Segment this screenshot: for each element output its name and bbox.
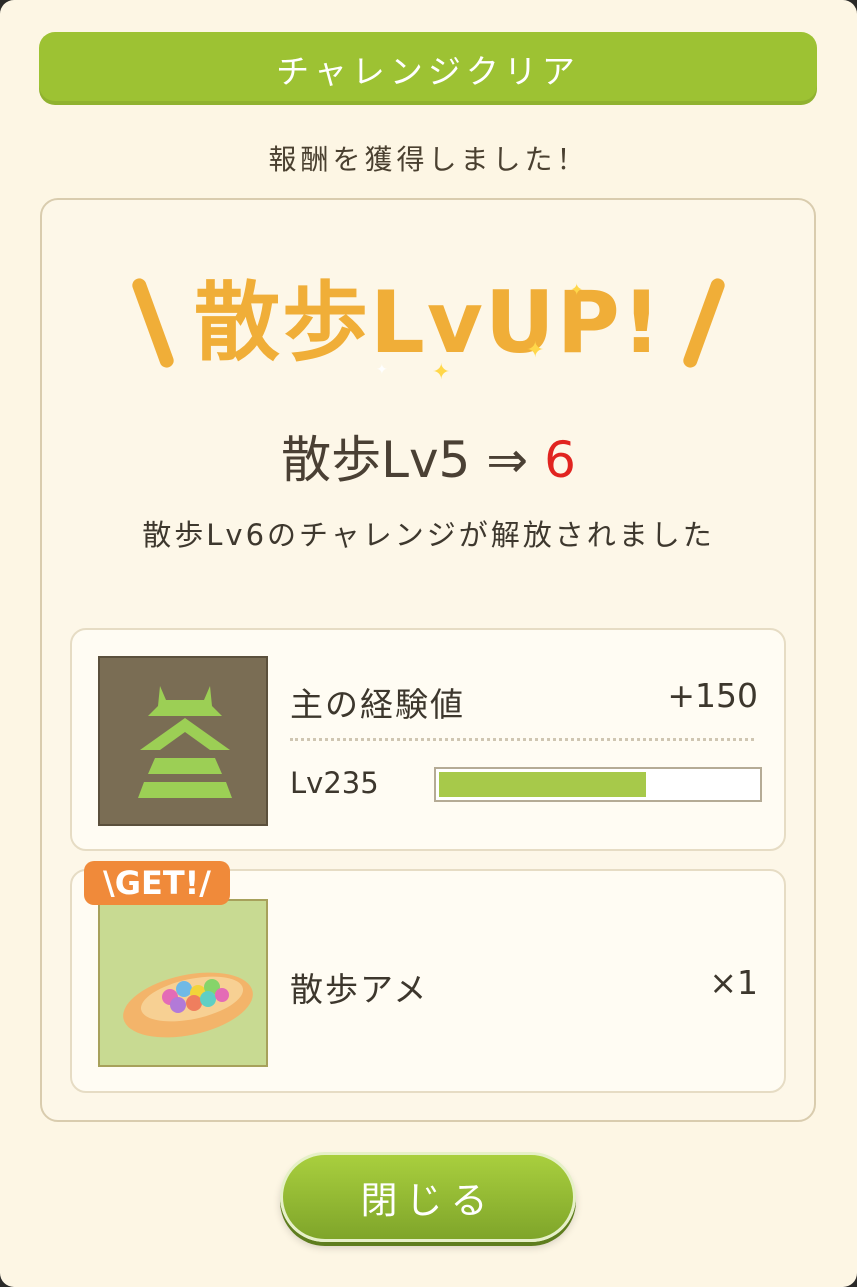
new-level-number: 6 — [544, 431, 576, 489]
item-quantity: ×1 — [709, 963, 758, 1002]
exp-progress-bar — [434, 767, 762, 802]
level-change: 散歩Lv5 ⇒ 6 — [0, 420, 857, 500]
sparkle-icon: ✦ — [570, 280, 584, 299]
exp-reward-card: 主の経験値 +150 Lv235 — [70, 628, 786, 851]
level-from-text: 散歩Lv5 ⇒ — [281, 431, 545, 489]
close-button[interactable]: 閉じる — [280, 1152, 576, 1242]
sparkle-icon: ✦ — [432, 360, 451, 385]
unlock-message: 散歩Lv6のチャレンジが解放されました — [142, 518, 715, 552]
helmet-icon — [98, 656, 268, 826]
divider — [290, 738, 754, 741]
right-slash-decoration — [681, 276, 727, 370]
header-title: チャレンジクリア — [39, 32, 817, 105]
sparkle-icon: ✦ — [526, 338, 545, 363]
sparkle-icon: ✦ — [376, 362, 388, 378]
reward-subtitle: 報酬を獲得しました！ — [268, 143, 589, 176]
item-reward-card: \GET!/ 散歩アメ ×1 — [70, 861, 786, 1093]
exp-amount: +150 — [667, 676, 758, 715]
lvup-banner-text: 散歩LvUP! — [194, 273, 663, 373]
item-label: 散歩アメ — [290, 970, 429, 1009]
get-badge: \GET!/ — [84, 861, 230, 905]
left-slash-decoration — [130, 276, 176, 370]
candy-icon — [98, 899, 268, 1067]
exp-label: 主の経験値 — [290, 685, 465, 724]
exp-progress-fill — [439, 772, 646, 797]
lvup-banner: 散歩LvUP! — [0, 268, 857, 378]
reward-dialog: チャレンジクリア 報酬を獲得しました！ 散歩LvUP! ✦ ✦ ✦ ✦ 散歩Lv… — [0, 0, 857, 1287]
player-level: Lv235 — [290, 766, 379, 800]
